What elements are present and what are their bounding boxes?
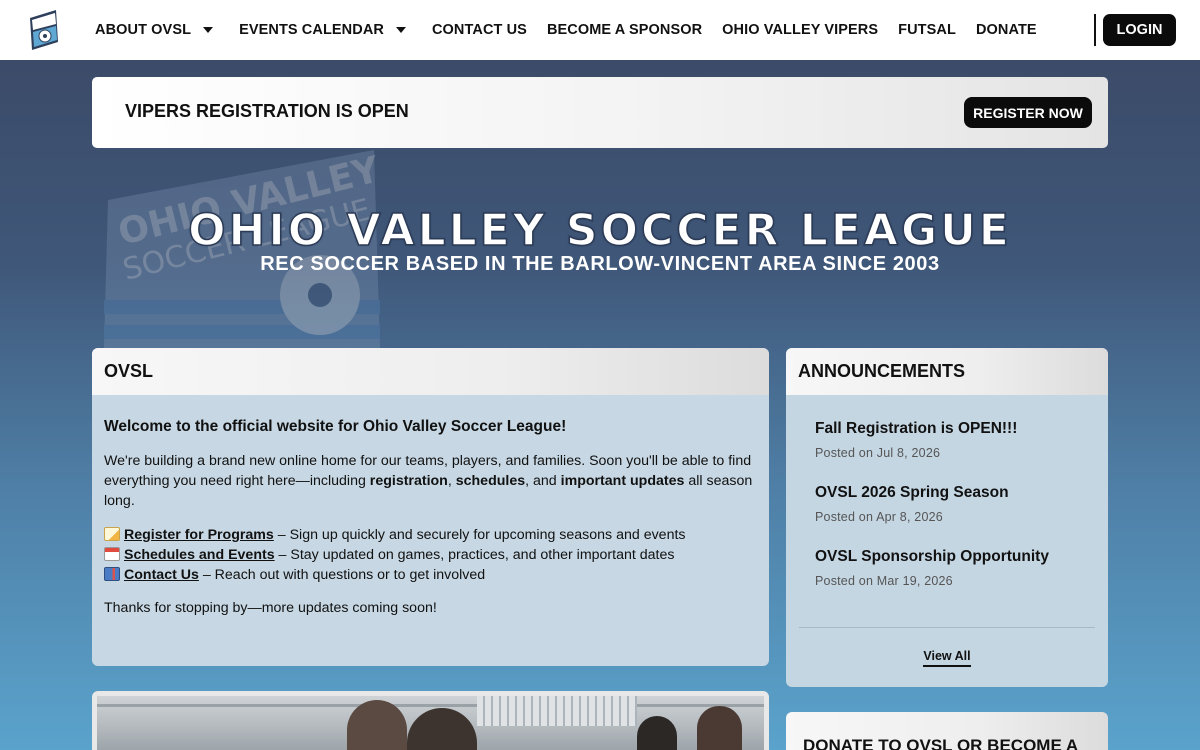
nav-donate[interactable]: DONATE xyxy=(976,22,1037,38)
view-all-wrapper: View All xyxy=(786,647,1108,667)
nav-ohio-valley-vipers[interactable]: OHIO VALLEY VIPERS xyxy=(722,22,878,38)
team-photo-card xyxy=(92,691,769,750)
nav-become-a-sponsor[interactable]: BECOME A SPONSOR xyxy=(547,22,702,38)
announcement-item[interactable]: Fall Registration is OPEN!!! Posted on J… xyxy=(815,420,1079,469)
announcements-list: Fall Registration is OPEN!!! Posted on J… xyxy=(786,395,1108,597)
ovsl-card-body: Welcome to the official website for Ohio… xyxy=(92,395,769,618)
intro-bold-updates: important updates xyxy=(560,473,685,489)
photo-person xyxy=(347,700,407,750)
intro-bold-schedules: schedules xyxy=(455,473,526,489)
list-item: Schedules and Events – Stay updated on g… xyxy=(104,545,757,565)
contact-us-link[interactable]: Contact Us xyxy=(124,567,199,583)
memo-icon xyxy=(104,527,120,541)
quick-links-list: Register for Programs – Sign up quickly … xyxy=(104,525,757,585)
hero-title: OHIO VALLEY SOCCER LEAGUE xyxy=(187,204,1012,257)
main-menu: ABOUT OVSL EVENTS CALENDAR CONTACT US BE… xyxy=(95,0,1057,60)
mailbox-icon xyxy=(104,567,120,581)
photo-person xyxy=(637,716,677,750)
contact-us-desc: – Reach out with questions or to get inv… xyxy=(198,567,486,583)
register-for-programs-link[interactable]: Register for Programs xyxy=(124,527,274,543)
register-now-button[interactable]: REGISTER NOW xyxy=(964,97,1092,128)
announcements-divider xyxy=(799,627,1095,628)
nav-futsal[interactable]: FUTSAL xyxy=(898,22,956,38)
welcome-heading: Welcome to the official website for Ohio… xyxy=(104,418,567,435)
donate-card-heading: DONATE TO OVSL OR BECOME A xyxy=(803,736,1079,750)
nav-contact-us[interactable]: CONTACT US xyxy=(432,22,527,38)
intro-bold-registration: registration xyxy=(369,473,448,489)
photo-person xyxy=(407,708,477,750)
announcement-item[interactable]: OVSL Sponsorship Opportunity Posted on M… xyxy=(815,548,1079,597)
announcement-title[interactable]: Fall Registration is OPEN!!! xyxy=(815,420,1079,438)
announcement-title[interactable]: OVSL Sponsorship Opportunity xyxy=(815,548,1079,566)
nav-about-ovsl[interactable]: ABOUT OVSL xyxy=(95,22,219,38)
intro-sep-2: , and xyxy=(525,473,561,489)
calendar-icon xyxy=(104,547,120,561)
ovsl-card-heading: OVSL xyxy=(92,348,769,395)
nav-events-calendar-label: EVENTS CALENDAR xyxy=(239,22,384,38)
nav-divider xyxy=(1094,14,1096,46)
announcement-date: Posted on Apr 8, 2026 xyxy=(815,510,943,524)
registration-banner: VIPERS REGISTRATION IS OPEN REGISTER NOW xyxy=(92,77,1108,148)
announcement-item[interactable]: OVSL 2026 Spring Season Posted on Apr 8,… xyxy=(815,484,1079,533)
announcements-card: ANNOUNCEMENTS Fall Registration is OPEN!… xyxy=(786,348,1108,687)
nav-events-calendar[interactable]: EVENTS CALENDAR xyxy=(239,22,412,38)
closing-text: Thanks for stopping by—more updates comi… xyxy=(104,600,437,616)
donate-sponsor-card: DONATE TO OVSL OR BECOME A xyxy=(786,712,1108,750)
caret-down-icon xyxy=(203,27,214,33)
list-item: Contact Us – Reach out with questions or… xyxy=(104,565,757,585)
team-photo xyxy=(97,696,764,750)
caret-down-icon xyxy=(395,27,406,33)
photo-rail xyxy=(97,704,764,707)
view-all-link[interactable]: View All xyxy=(923,649,971,667)
register-for-programs-desc: – Sign up quickly and securely for upcom… xyxy=(273,527,686,543)
announcements-heading: ANNOUNCEMENTS xyxy=(786,348,1108,395)
announcement-date: Posted on Mar 19, 2026 xyxy=(815,574,953,588)
list-item: Register for Programs – Sign up quickly … xyxy=(104,525,757,545)
login-button[interactable]: LOGIN xyxy=(1103,14,1176,46)
ovsl-welcome-card: OVSL Welcome to the official website for… xyxy=(92,348,769,666)
announcement-title[interactable]: OVSL 2026 Spring Season xyxy=(815,484,1079,502)
photo-fence xyxy=(477,696,637,726)
banner-title: VIPERS REGISTRATION IS OPEN xyxy=(125,101,409,121)
photo-person xyxy=(697,706,742,750)
schedules-and-events-link[interactable]: Schedules and Events xyxy=(124,547,275,563)
ovsl-logo-icon[interactable] xyxy=(28,10,60,50)
hero-subtitle: REC SOCCER BASED IN THE BARLOW-VINCENT A… xyxy=(260,253,940,275)
announcement-date: Posted on Jul 8, 2026 xyxy=(815,446,941,460)
nav-about-ovsl-label: ABOUT OVSL xyxy=(95,22,192,38)
intro-sep-1: , xyxy=(447,473,456,489)
schedules-and-events-desc: – Stay updated on games, practices, and … xyxy=(274,547,675,563)
top-navigation: ABOUT OVSL EVENTS CALENDAR CONTACT US BE… xyxy=(0,0,1200,60)
intro-paragraph: We're building a brand new online home f… xyxy=(104,451,757,511)
